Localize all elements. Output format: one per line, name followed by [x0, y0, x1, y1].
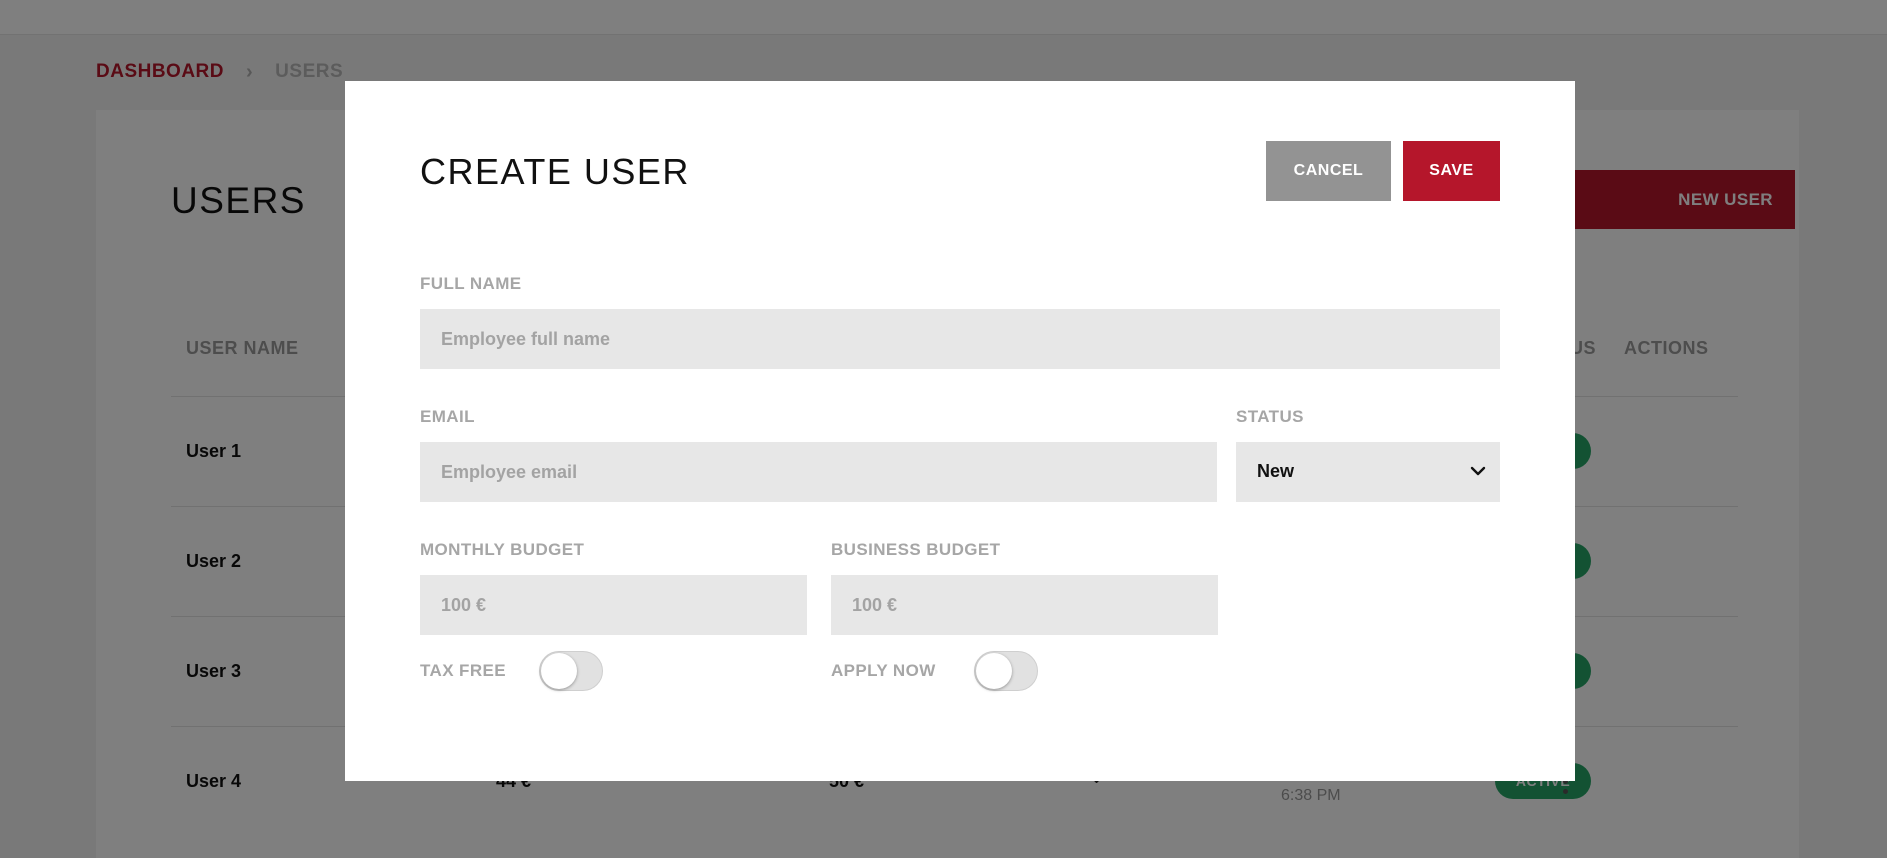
email-input[interactable] [420, 442, 1217, 502]
cancel-button[interactable]: CANCEL [1266, 141, 1391, 201]
chevron-down-icon [1470, 466, 1486, 476]
email-label: EMAIL [420, 407, 475, 426]
tax-free-toggle[interactable] [539, 651, 603, 691]
tax-free-label: TAX FREE [420, 661, 507, 680]
save-button[interactable]: SAVE [1403, 141, 1500, 201]
business-budget-input[interactable] [831, 575, 1218, 635]
monthly-budget-label: MONTHLY BUDGET [420, 540, 585, 559]
business-budget-label: BUSINESS BUDGET [831, 540, 1001, 559]
apply-now-toggle[interactable] [974, 651, 1038, 691]
modal-title: CREATE USER [420, 151, 690, 192]
toggle-knob [541, 653, 577, 689]
status-select[interactable]: New [1236, 442, 1500, 502]
apply-now-label: APPLY NOW [831, 661, 936, 680]
full-name-label: FULL NAME [420, 274, 522, 293]
create-user-modal: CREATE USER CANCEL SAVE FULL NAME EMAIL … [345, 81, 1575, 781]
status-select-value: New [1257, 461, 1295, 481]
monthly-budget-input[interactable] [420, 575, 807, 635]
full-name-input[interactable] [420, 309, 1500, 369]
toggle-knob [976, 653, 1012, 689]
status-label: STATUS [1236, 407, 1304, 426]
